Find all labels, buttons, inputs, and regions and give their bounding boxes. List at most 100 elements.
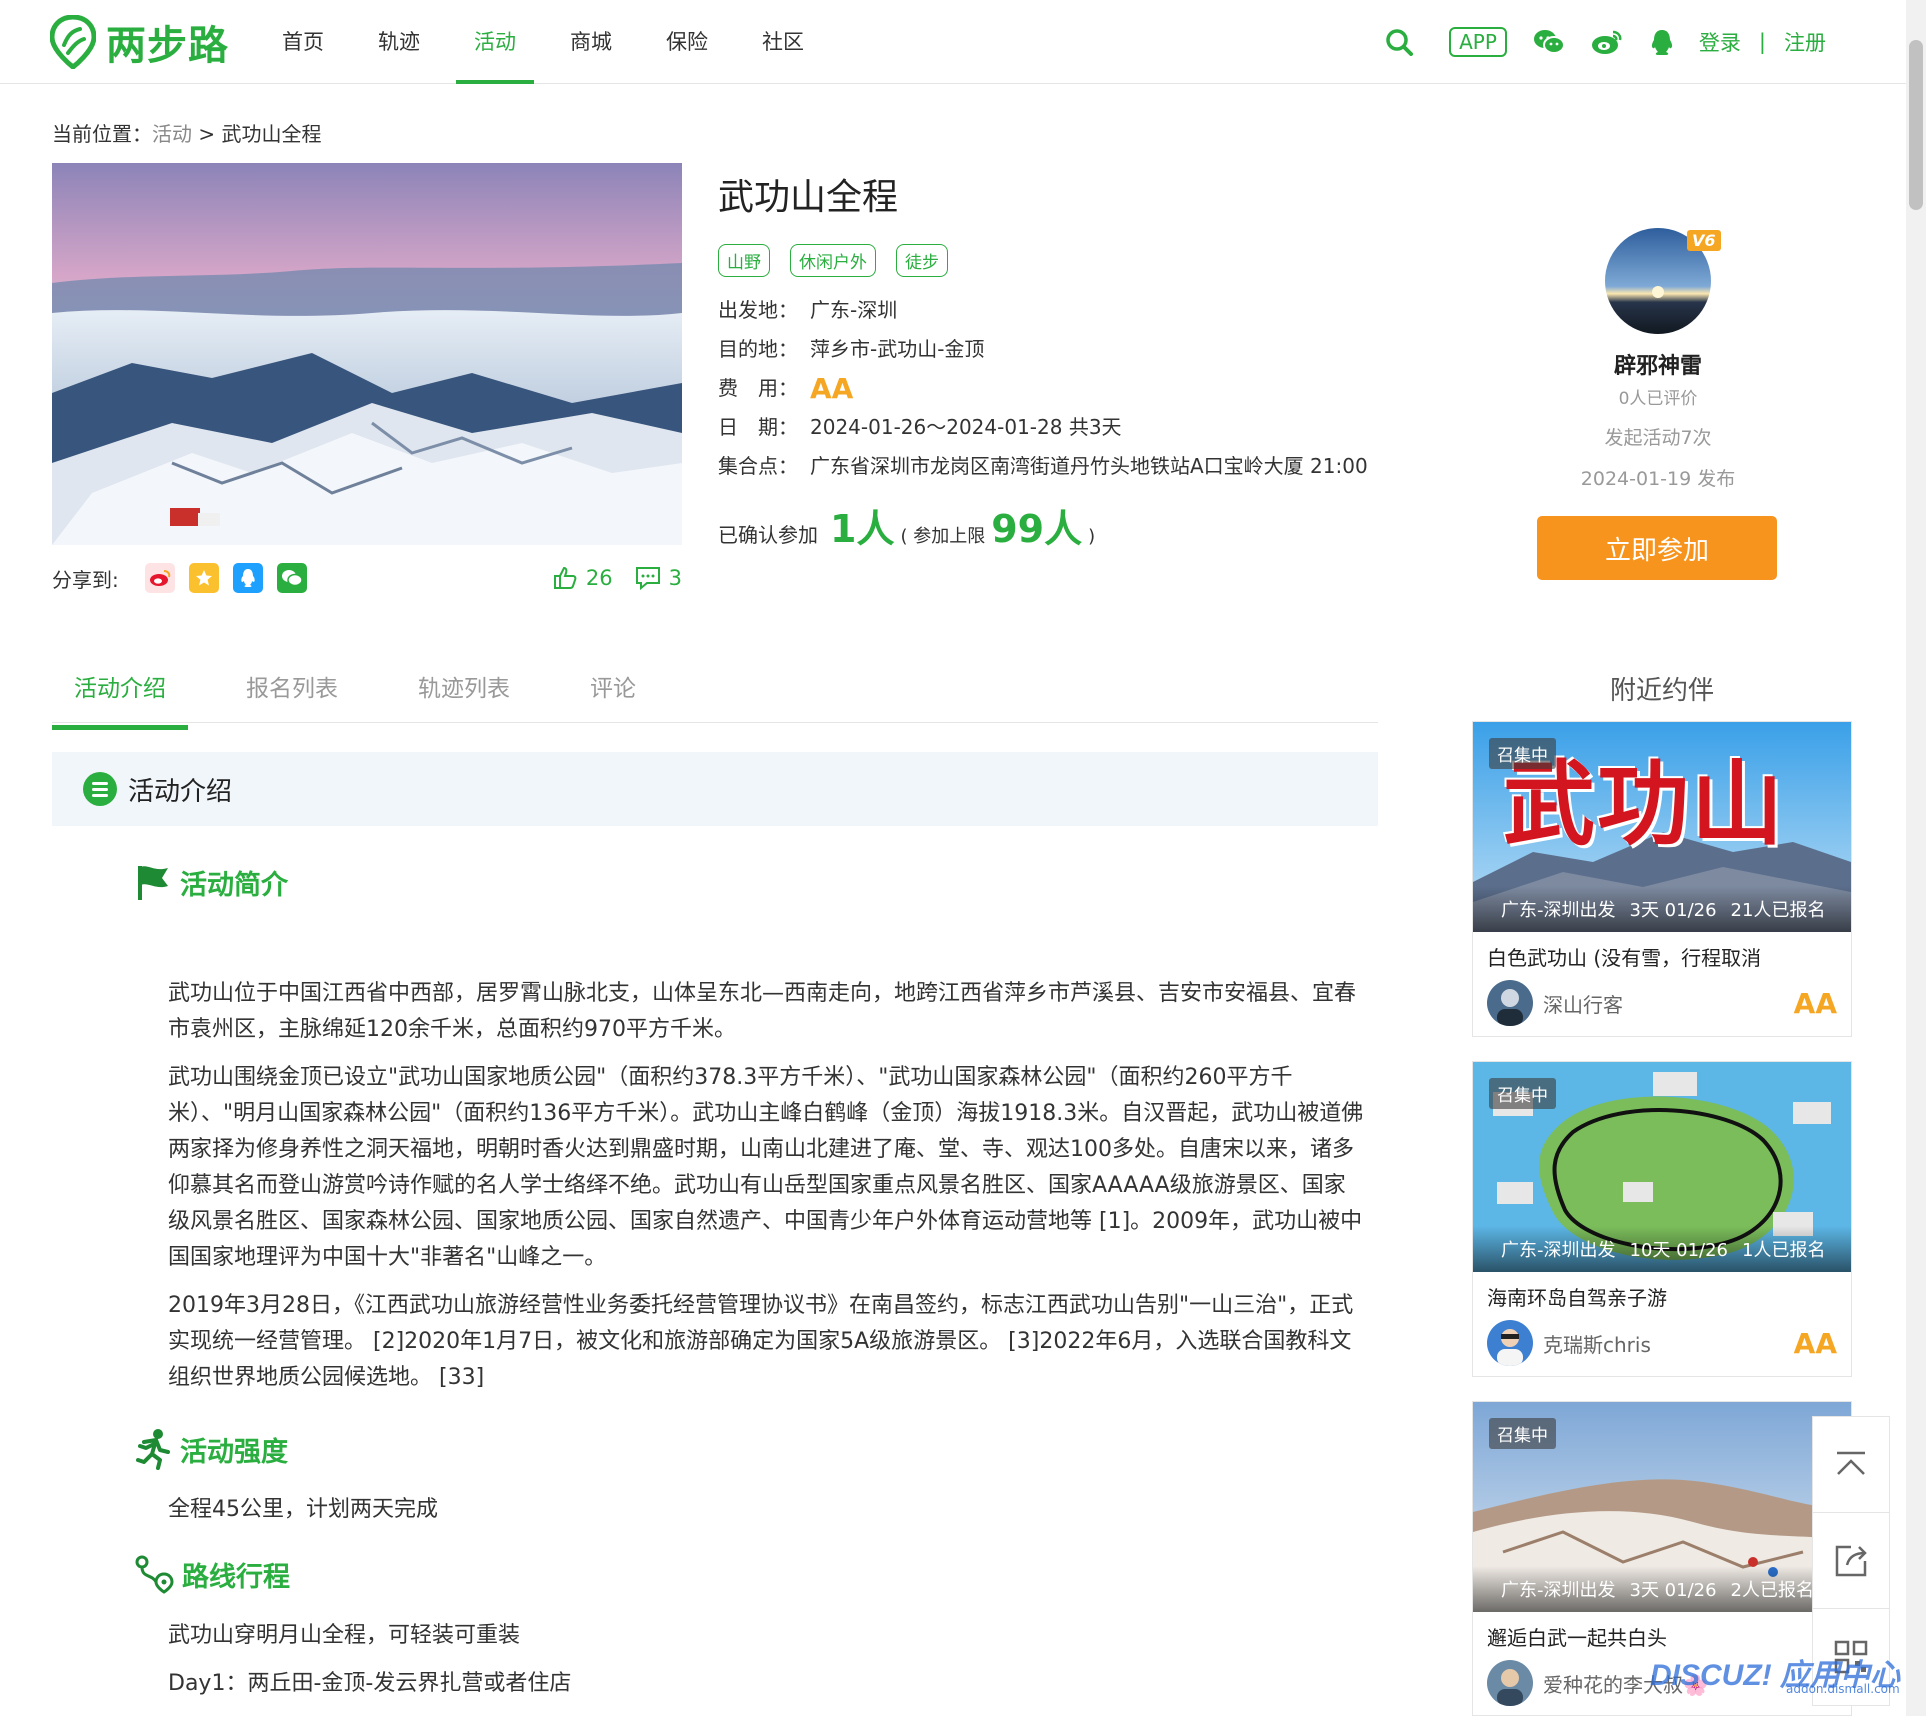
breadcrumb-current: 武功山全程: [221, 122, 322, 146]
nearby-activity-card[interactable]: 召集中 广东-深圳出发 10天 01/26 1人已报名 海南环岛自驾亲子游 克瑞…: [1472, 1061, 1852, 1377]
card-user-avatar[interactable]: [1487, 980, 1533, 1026]
limit-label: ( 参加上限: [900, 526, 986, 547]
weibo-icon[interactable]: [1591, 28, 1623, 56]
route-title: 路线行程: [182, 1561, 290, 1593]
date-label: 日 期：: [718, 415, 798, 439]
card-user-avatar[interactable]: [1487, 1320, 1533, 1366]
content-tabs: 活动介绍 报名列表 轨迹列表 评论: [52, 663, 1378, 730]
share-icon: [1835, 1545, 1867, 1576]
nav-insurance[interactable]: 保险: [648, 0, 726, 84]
organizer-name[interactable]: 辟邪神雷: [1530, 348, 1786, 380]
qq-icon[interactable]: [1649, 28, 1675, 56]
running-icon: [136, 1429, 170, 1470]
intensity-title: 活动强度: [180, 1436, 288, 1468]
card-title[interactable]: 邂逅白武一起共白头: [1473, 1612, 1851, 1652]
card-fee: AA: [1793, 1326, 1837, 1360]
activity-tag[interactable]: 山野: [718, 244, 770, 277]
share-qzone-icon[interactable]: [188, 563, 219, 593]
intro-section-title: 活动介绍: [128, 776, 233, 807]
fee-label: 费 用：: [718, 376, 798, 400]
nav-community[interactable]: 社区: [744, 0, 822, 84]
nearby-activity-card[interactable]: 武功山 召集中 广东-深圳出发 3天 01/26 21人已报名 白色武功山 (没…: [1472, 721, 1852, 1037]
fee-row: 费 用： AA: [718, 372, 1418, 405]
tab-intro[interactable]: 活动介绍: [52, 663, 188, 730]
comment-count: 3: [668, 566, 682, 590]
breadcrumb: 当前位置：活动 > 武功山全程: [52, 118, 321, 147]
share-qq-icon[interactable]: [232, 563, 263, 593]
share-label: 分享到:: [52, 567, 119, 592]
participation-summary: 已确认参加 1人 ( 参加上限 99人 ): [718, 498, 1418, 553]
destination-value: 萍乡市-武功山-金顶: [810, 337, 985, 361]
auth-divider: |: [1758, 30, 1766, 54]
recruiting-badge: 召集中: [1489, 1418, 1556, 1449]
main-nav: 首页 轨迹 活动 商城 保险 社区: [264, 0, 840, 84]
site-logo[interactable]: 两步路: [50, 14, 229, 70]
destination-label: 目的地：: [718, 337, 798, 361]
card-user-name[interactable]: 深山行客: [1543, 989, 1623, 1018]
join-now-button[interactable]: 立即参加: [1537, 516, 1777, 580]
activity-tags: 山野 休闲户外 徒步: [718, 244, 1418, 277]
summary-heading: 活动简介: [134, 862, 288, 902]
nav-mall[interactable]: 商城: [552, 0, 630, 84]
departure-row: 出发地： 广东-深圳: [718, 297, 1418, 324]
organizer-reviews: 0人已评价: [1618, 389, 1698, 409]
tab-comments[interactable]: 评论: [568, 663, 658, 722]
tab-track-list[interactable]: 轨迹列表: [396, 663, 532, 722]
nav-tracks[interactable]: 轨迹: [360, 0, 438, 84]
search-icon[interactable]: [1385, 28, 1414, 56]
activity-tag[interactable]: 徒步: [896, 244, 948, 277]
login-link[interactable]: 登录: [1699, 27, 1741, 57]
limit-close: ): [1088, 526, 1096, 547]
card-cover-image[interactable]: 召集中 广东-深圳出发 3天 01/26 2人已报名: [1473, 1402, 1851, 1612]
meeting-point-label: 集合点：: [718, 454, 798, 478]
activity-tag[interactable]: 休闲户外: [790, 244, 876, 277]
summary-title: 活动简介: [180, 869, 288, 901]
card-fee: AA: [1793, 986, 1837, 1020]
intensity-text: 全程45公里，计划两天完成: [168, 1497, 438, 1522]
card-user-avatar[interactable]: [1487, 1660, 1533, 1706]
share-wechat-icon[interactable]: [276, 563, 307, 593]
card-departure: 广东-深圳出发: [1501, 1580, 1616, 1601]
scrollbar-thumb[interactable]: [1909, 40, 1923, 210]
nav-home[interactable]: 首页: [264, 0, 342, 84]
activity-info: 武功山全程 山野 休闲户外 徒步 出发地： 广东-深圳 目的地： 萍乡市-武功山…: [718, 160, 1418, 553]
share-button[interactable]: [1813, 1513, 1889, 1609]
site-header: 两步路 首页 轨迹 活动 商城 保险 社区 APP 登录 | 注册: [0, 0, 1906, 84]
card-days: 3天 01/26: [1629, 1580, 1717, 1601]
card-title[interactable]: 白色武功山 (没有雪，行程取消: [1473, 932, 1851, 972]
confirmed-label: 已确认参加: [718, 523, 818, 547]
back-to-top-button[interactable]: [1813, 1417, 1889, 1513]
comment-icon: [635, 567, 660, 590]
wechat-icon[interactable]: [1533, 28, 1565, 56]
like-button[interactable]: 26: [552, 565, 613, 591]
comment-button[interactable]: 3: [635, 566, 682, 590]
destination-row: 目的地： 萍乡市-武功山-金顶: [718, 336, 1418, 363]
route-line: 武功山穿明月山全程，可轻装可重装: [168, 1623, 521, 1648]
thumbs-up-icon: [553, 566, 577, 589]
card-title[interactable]: 海南环岛自驾亲子游: [1473, 1272, 1851, 1312]
share-weibo-icon[interactable]: [144, 563, 175, 593]
summary-text: 武功山位于中国江西省中西部，居罗霄山脉北支，山体呈东北—西南走向，地跨江西省萍乡…: [168, 976, 1364, 1408]
page-scrollbar[interactable]: [1906, 0, 1926, 1716]
departure-label: 出发地：: [718, 298, 798, 322]
card-departure: 广东-深圳出发: [1501, 1240, 1616, 1261]
activity-title: 武功山全程: [718, 177, 899, 218]
nav-activities[interactable]: 活动: [456, 0, 534, 84]
route-heading: 路线行程: [134, 1554, 290, 1594]
intensity-heading: 活动强度: [134, 1428, 288, 1470]
register-link[interactable]: 注册: [1784, 27, 1826, 57]
fee-value: AA: [810, 372, 854, 405]
card-user-name[interactable]: 克瑞斯chris: [1543, 1329, 1651, 1358]
card-cover-image[interactable]: 召集中 广东-深圳出发 10天 01/26 1人已报名: [1473, 1062, 1851, 1272]
card-meta: 广东-深圳出发 10天 01/26 1人已报名: [1473, 1226, 1851, 1272]
card-footer: 克瑞斯chris AA: [1473, 1312, 1851, 1376]
activity-cover-image[interactable]: [52, 163, 682, 545]
card-cover-image[interactable]: 武功山 召集中 广东-深圳出发 3天 01/26 21人已报名: [1473, 722, 1851, 932]
flag-icon: [138, 866, 168, 900]
tab-signup-list[interactable]: 报名列表: [224, 663, 360, 722]
publish-date: 2024-01-19 发布: [1580, 468, 1736, 490]
watermark-url: addon.dismall.com: [1786, 1682, 1900, 1696]
departure-value: 广东-深圳: [810, 298, 898, 322]
breadcrumb-activities-link[interactable]: 活动: [152, 122, 192, 146]
app-download-button[interactable]: APP: [1449, 27, 1507, 57]
